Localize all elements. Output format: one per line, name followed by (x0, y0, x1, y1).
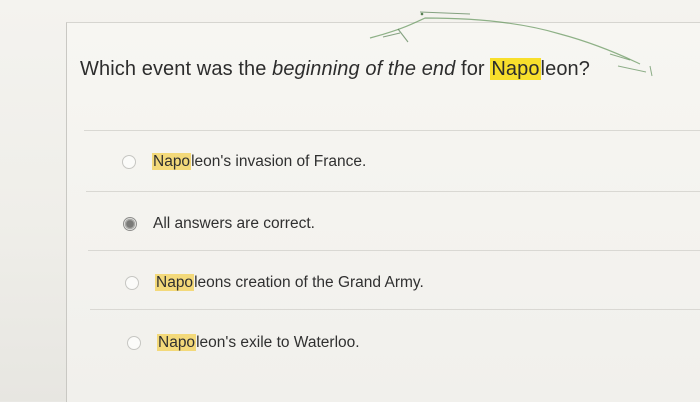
answer-option-2[interactable]: All answers are correct. (123, 215, 315, 233)
answer-option-1-text: leon's invasion of France. (191, 153, 367, 170)
answer-option-4-text: leon's exile to Waterloo. (196, 334, 360, 351)
question-middle: for (455, 58, 491, 80)
answer-option-1-label: Napoleon's invasion of France. (152, 153, 366, 171)
answer-option-2-text: All answers are correct. (153, 215, 315, 232)
radio-button-selected[interactable] (123, 217, 137, 231)
divider-3 (90, 309, 700, 310)
answer-option-2-label: All answers are correct. (153, 215, 315, 233)
radio-button-unselected[interactable] (122, 155, 136, 169)
divider-top (84, 130, 700, 131)
answer-option-3[interactable]: Napoleons creation of the Grand Army. (125, 274, 424, 292)
answer-option-3-label: Napoleons creation of the Grand Army. (155, 274, 424, 292)
answer-option-3-highlight: Napo (155, 274, 195, 291)
answer-option-4[interactable]: Napoleon's exile to Waterloo. (127, 334, 360, 352)
question-highlighted-word: Napo (490, 58, 541, 80)
divider-2 (88, 250, 700, 251)
question-text: Which event was the beginning of the end… (80, 58, 590, 81)
answer-option-1[interactable]: Napoleon's invasion of France. (122, 153, 366, 171)
divider-1 (86, 191, 700, 192)
answer-option-4-label: Napoleon's exile to Waterloo. (157, 334, 360, 352)
answer-option-4-highlight: Napo (157, 334, 197, 351)
radio-button-unselected[interactable] (125, 276, 139, 290)
radio-button-unselected[interactable] (127, 336, 141, 350)
answer-option-1-highlight: Napo (152, 153, 192, 170)
question-prefix: Which event was the (80, 58, 273, 80)
question-emphasis: beginning of the end (272, 58, 456, 80)
question-suffix: leon? (540, 58, 590, 80)
answer-option-3-text: leons creation of the Grand Army. (194, 274, 424, 291)
